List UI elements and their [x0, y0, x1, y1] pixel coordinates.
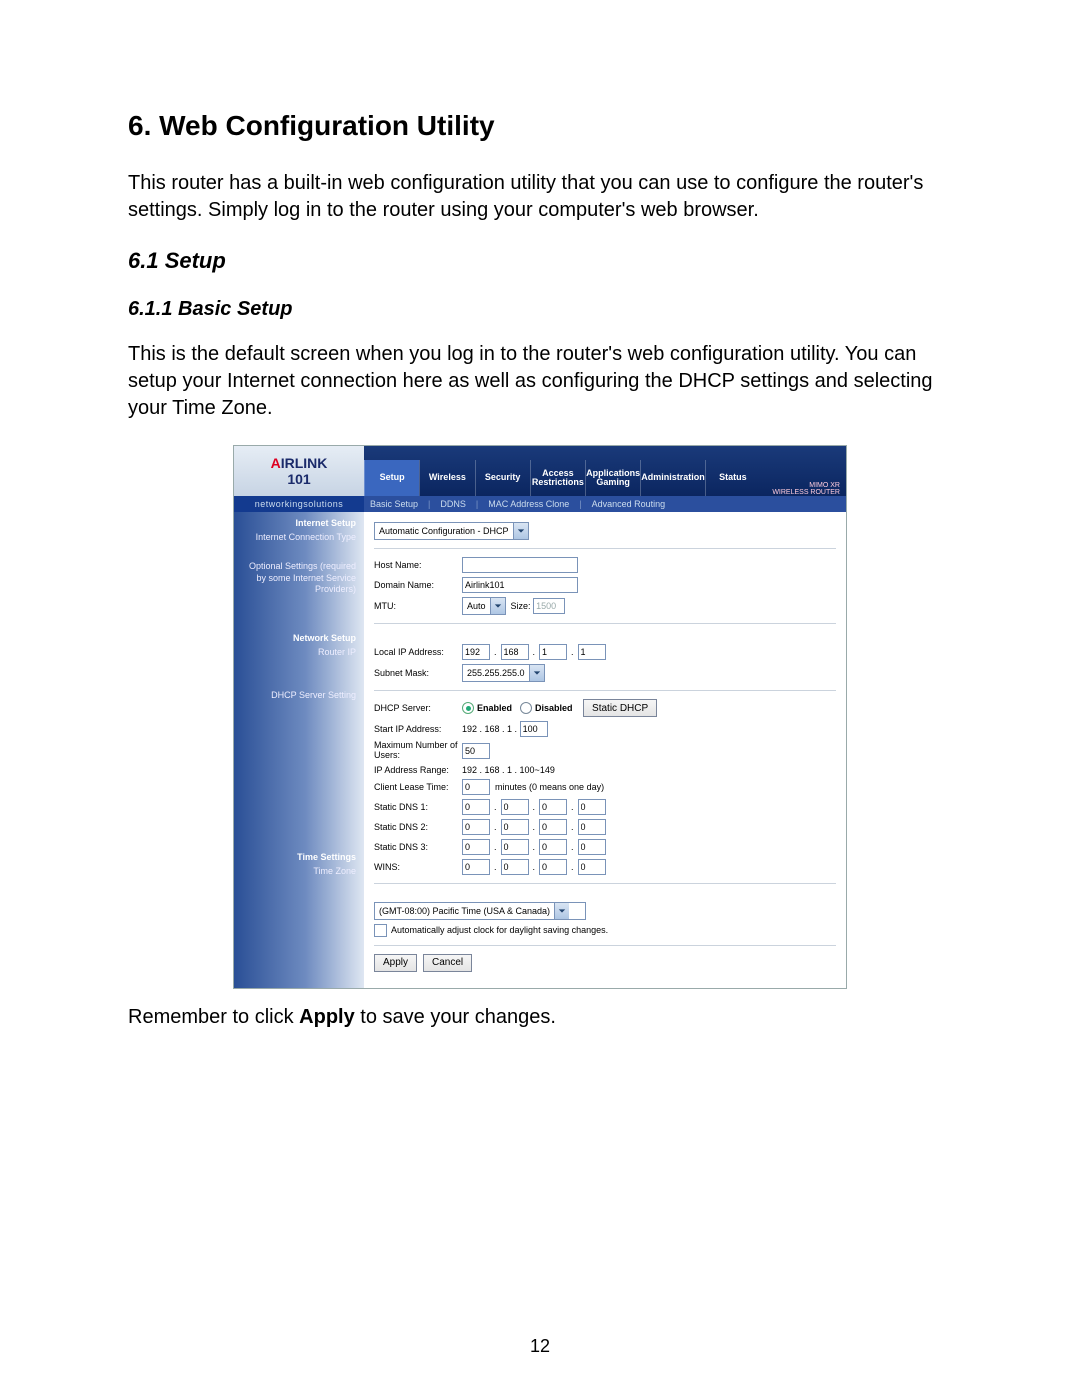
apply-button[interactable]: Apply	[374, 954, 417, 972]
tab-security[interactable]: Security	[475, 460, 530, 496]
heading-3: 6.1.1 Basic Setup	[128, 298, 952, 321]
wins-3[interactable]	[539, 859, 567, 875]
lease-suffix: minutes (0 means one day)	[495, 782, 604, 792]
product-badge: MIMO XR WIRELESS ROUTER	[760, 482, 846, 496]
main-tabs: Setup Wireless Security Access Restricti…	[364, 460, 760, 496]
chevron-down-icon	[554, 903, 569, 919]
dns3-2[interactable]	[501, 839, 529, 855]
local-ip-2[interactable]	[501, 644, 529, 660]
tab-applications-gaming[interactable]: Applications Gaming	[585, 460, 640, 496]
router-screenshot: AIRLINK 101 Setup Wireless Security Acce…	[234, 446, 846, 988]
tab-setup[interactable]: Setup	[364, 460, 419, 496]
chevron-down-icon	[490, 598, 505, 614]
domain-name-input[interactable]	[462, 577, 578, 593]
label-host-name: Host Name:	[374, 560, 462, 570]
chevron-down-icon	[529, 665, 544, 681]
dns3-4[interactable]	[578, 839, 606, 855]
dns2-2[interactable]	[501, 819, 529, 835]
logo-model: 101	[287, 471, 310, 487]
heading-2: 6.1 Setup	[128, 248, 952, 274]
label-start-ip: Start IP Address:	[374, 724, 462, 734]
label-mtu: MTU:	[374, 601, 462, 611]
label-dhcp-server: DHCP Server:	[374, 703, 462, 713]
label-max-users: Maximum Number of Users:	[374, 741, 462, 761]
connection-type-select[interactable]: Automatic Configuration - DHCP	[374, 522, 529, 540]
dns2-3[interactable]	[539, 819, 567, 835]
sub-tabs: Basic Setup| DDNS| MAC Address Clone| Ad…	[364, 496, 671, 512]
dns2-1[interactable]	[462, 819, 490, 835]
brand-tagline: networkingsolutions	[234, 496, 364, 512]
label-subnet: Subnet Mask:	[374, 668, 462, 678]
dhcp-enabled-radio[interactable]: Enabled	[462, 702, 512, 714]
tab-status[interactable]: Status	[705, 460, 760, 496]
dns1-2[interactable]	[501, 799, 529, 815]
label-local-ip: Local IP Address:	[374, 647, 462, 657]
wins-2[interactable]	[501, 859, 529, 875]
static-dhcp-button[interactable]: Static DHCP	[583, 699, 657, 717]
label-ip-range: IP Address Range:	[374, 765, 462, 775]
local-ip-4[interactable]	[578, 644, 606, 660]
section-network-setup: Network Setup	[238, 633, 356, 643]
tab-administration[interactable]: Administration	[640, 460, 705, 496]
dns3-3[interactable]	[539, 839, 567, 855]
right-column: Automatic Configuration - DHCP Host Name…	[364, 512, 846, 988]
label-dns3: Static DNS 3:	[374, 842, 462, 852]
dst-checkbox[interactable]	[374, 924, 387, 937]
max-users-input[interactable]	[462, 743, 490, 759]
section-time-settings: Time Settings	[238, 852, 356, 862]
ip-range-value: 192 . 168 . 1 . 100~149	[462, 765, 555, 775]
label-wins: WINS:	[374, 862, 462, 872]
section-paragraph: This is the default screen when you log …	[128, 341, 952, 422]
local-ip-3[interactable]	[539, 644, 567, 660]
label-mtu-size: Size:	[511, 601, 531, 611]
left-column: Internet Setup Internet Connection Type …	[234, 512, 364, 988]
heading-1: 6. Web Configuration Utility	[128, 110, 952, 142]
label-domain-name: Domain Name:	[374, 580, 462, 590]
subtab-ddns[interactable]: DDNS	[440, 499, 466, 509]
subnet-select[interactable]: 255.255.255.0	[462, 664, 545, 682]
timezone-select[interactable]: (GMT-08:00) Pacific Time (USA & Canada)	[374, 902, 586, 920]
label-connection-type: Internet Connection Type	[238, 532, 356, 543]
wins-1[interactable]	[462, 859, 490, 875]
wins-4[interactable]	[578, 859, 606, 875]
subtab-advanced-routing[interactable]: Advanced Routing	[592, 499, 666, 509]
local-ip-1[interactable]	[462, 644, 490, 660]
start-ip-prefix: 192 . 168 . 1 .	[462, 724, 517, 734]
dns3-1[interactable]	[462, 839, 490, 855]
dns2-4[interactable]	[578, 819, 606, 835]
cancel-button[interactable]: Cancel	[423, 954, 472, 972]
label-router-ip: Router IP	[238, 647, 356, 658]
logo-text: IRLINK	[281, 455, 328, 471]
section-internet-setup: Internet Setup	[238, 518, 356, 528]
subtab-basic-setup[interactable]: Basic Setup	[370, 499, 418, 509]
label-optional-settings: Optional Settings (required by some Inte…	[238, 561, 356, 595]
dns1-4[interactable]	[578, 799, 606, 815]
label-dst: Automatically adjust clock for daylight …	[391, 925, 608, 935]
page-number: 12	[0, 1336, 1080, 1357]
tab-wireless[interactable]: Wireless	[419, 460, 474, 496]
label-dns2: Static DNS 2:	[374, 822, 462, 832]
lease-input[interactable]	[462, 779, 490, 795]
logo: AIRLINK 101	[234, 446, 364, 496]
dhcp-disabled-radio[interactable]: Disabled	[520, 702, 573, 714]
outro-paragraph: Remember to click Apply to save your cha…	[128, 1004, 952, 1031]
dns1-3[interactable]	[539, 799, 567, 815]
chevron-down-icon	[513, 523, 528, 539]
dns1-1[interactable]	[462, 799, 490, 815]
mtu-mode-select[interactable]: Auto	[462, 597, 506, 615]
label-lease-time: Client Lease Time:	[374, 782, 462, 792]
mtu-size-input[interactable]	[533, 598, 565, 614]
tab-access-restrictions[interactable]: Access Restrictions	[530, 460, 585, 496]
label-dns1: Static DNS 1:	[374, 802, 462, 812]
logo-letter: A	[271, 455, 281, 471]
intro-paragraph: This router has a built-in web configura…	[128, 170, 952, 224]
host-name-input[interactable]	[462, 557, 578, 573]
subtab-mac-clone[interactable]: MAC Address Clone	[488, 499, 569, 509]
start-ip-last-input[interactable]	[520, 721, 548, 737]
label-dhcp-setting: DHCP Server Setting	[238, 690, 356, 701]
label-time-zone: Time Zone	[238, 866, 356, 877]
